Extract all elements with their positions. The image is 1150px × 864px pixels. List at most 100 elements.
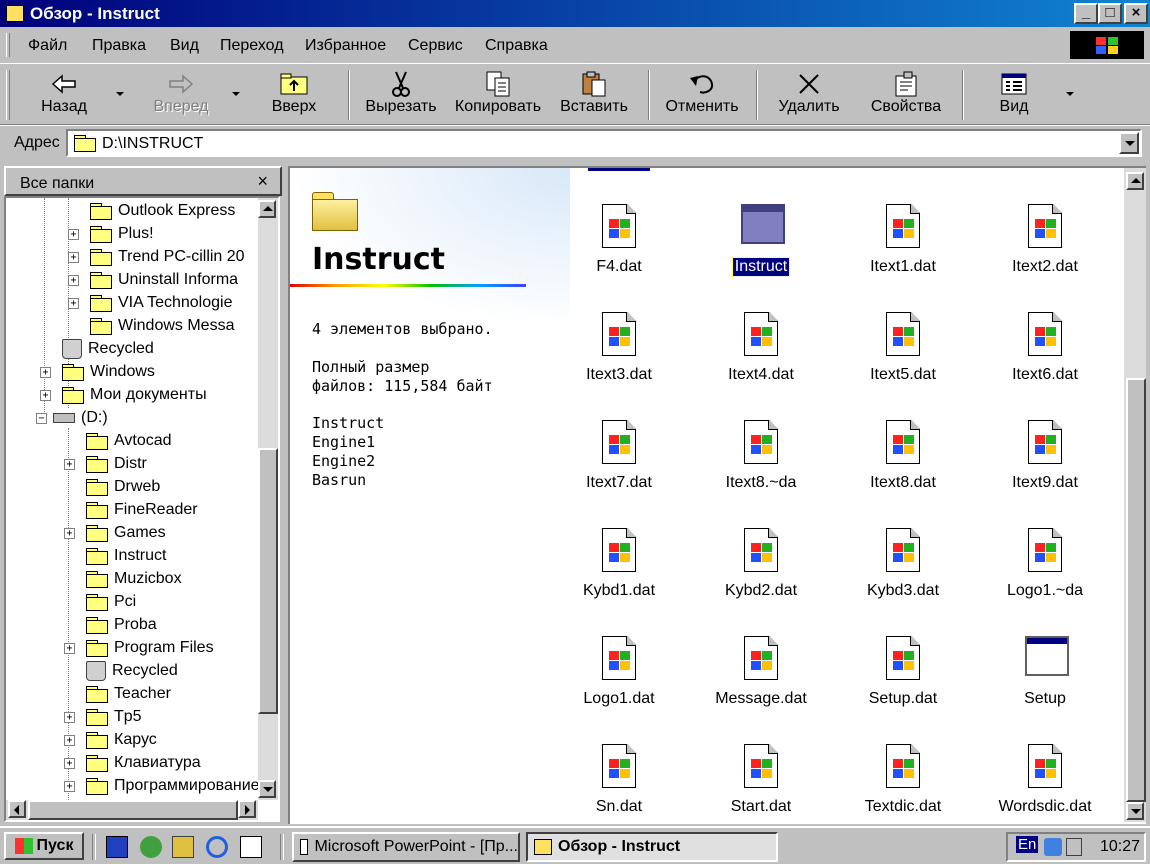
file-item[interactable]: Wordsdic.dat [980,744,1110,816]
menu-view[interactable]: Вид [170,37,199,55]
tree-item[interactable]: + Games [64,522,166,544]
task-explorer[interactable]: Обзор - Instruct [526,832,778,862]
minimize-button[interactable]: _ [1074,3,1098,24]
properties-button[interactable]: Свойства [864,70,948,122]
notepad-icon[interactable] [240,836,262,858]
forward-button[interactable]: Вперед [138,70,224,122]
tree-vertical-scrollbar[interactable] [258,198,278,800]
speaker-icon[interactable] [1066,838,1082,856]
expand-icon[interactable]: + [64,757,75,769]
back-button[interactable]: Назад [22,70,106,122]
undo-button[interactable]: Отменить [660,70,744,122]
address-dropdown-button[interactable] [1119,132,1139,154]
view-button[interactable]: Вид [980,70,1048,122]
menu-tools[interactable]: Сервис [408,37,463,55]
file-item[interactable]: F4.dat [554,204,684,276]
file-item[interactable]: Itext7.dat [554,420,684,492]
outlook-express-icon[interactable] [172,836,194,858]
tree-item[interactable]: + Программирование [64,775,260,797]
tree-item[interactable]: Windows Messa [90,315,234,337]
file-item[interactable]: Setup.dat [838,636,968,708]
expand-icon[interactable]: + [68,251,79,263]
tree-item[interactable]: + Trend PC-cillin 20 [68,246,245,268]
file-item[interactable]: Itext9.dat [980,420,1110,492]
show-desktop-icon[interactable] [106,836,128,858]
tree-item[interactable]: + VIA Technologie [68,292,232,314]
menu-go[interactable]: Переход [220,37,284,55]
expand-icon[interactable]: + [68,297,79,309]
file-item[interactable]: Itext1.dat [838,204,968,276]
collapse-icon[interactable]: − [36,412,47,424]
tree-item[interactable]: + Program Files [64,637,214,659]
copy-button[interactable]: Копировать [450,70,546,122]
file-item[interactable]: Itext8.~da [696,420,826,492]
file-item[interactable]: Itext4.dat [696,312,826,384]
tree-item[interactable]: + Клавиатура [64,752,201,774]
tree-item[interactable]: Proba [86,614,157,636]
maximize-button[interactable]: □ [1098,3,1122,24]
tree-horizontal-scrollbar[interactable] [6,800,258,820]
file-item[interactable]: Message.dat [696,636,826,708]
scroll-down-button[interactable] [258,780,276,798]
expand-icon[interactable]: + [64,527,75,539]
scroll-thumb[interactable] [28,800,238,820]
tree-item-selected[interactable]: Instruct [86,545,166,567]
tree-item[interactable]: Drweb [86,476,160,498]
tree-item[interactable]: Muzicbox [86,568,182,590]
tree-item[interactable]: + Windows [40,361,155,383]
menu-favorites[interactable]: Избранное [305,37,386,55]
expand-icon[interactable]: + [68,274,79,286]
tree-item[interactable]: + Plus! [68,223,154,245]
file-item[interactable]: Itext2.dat [980,204,1110,276]
file-item[interactable]: Logo1.~da [980,528,1110,600]
file-item[interactable]: Itext5.dat [838,312,968,384]
tree-item[interactable]: + Uninstall Informa [68,269,238,291]
content-vertical-scrollbar[interactable] [1124,168,1146,822]
delete-button[interactable]: Удалить [770,70,848,122]
tree-item[interactable]: + Мои документы [40,384,207,406]
tree-item[interactable]: FineReader [86,499,198,521]
menu-help[interactable]: Справка [485,37,548,55]
tree-item[interactable]: + Tp5 [64,706,142,728]
file-item[interactable]: Instruct [696,204,826,277]
tree-item[interactable]: Recycled [86,660,178,682]
scroll-down-button[interactable] [1126,802,1144,820]
tree-item[interactable]: + Карус [64,729,157,751]
expand-icon[interactable]: + [64,780,75,792]
menu-file[interactable]: Файл [28,37,67,55]
scroll-up-button[interactable] [1126,172,1144,190]
expand-icon[interactable]: + [40,389,51,401]
back-dropdown-icon[interactable] [116,92,124,96]
paste-button[interactable]: Вставить [554,70,634,122]
file-item[interactable]: Kybd1.dat [554,528,684,600]
tree-item[interactable]: Avtocad [86,430,172,452]
file-item[interactable]: Textdic.dat [838,744,968,816]
cut-button[interactable]: Вырезать [358,70,444,122]
expand-icon[interactable]: + [64,458,75,470]
file-item[interactable]: Itext6.dat [980,312,1110,384]
file-item[interactable]: Itext3.dat [554,312,684,384]
tree-item[interactable]: Pci [86,591,136,613]
menu-edit[interactable]: Правка [92,37,146,55]
file-item[interactable]: Setup [980,636,1110,708]
scroll-up-button[interactable] [258,200,276,218]
language-indicator[interactable]: En [1016,836,1039,853]
start-button[interactable]: Пуск [4,832,84,860]
scroll-thumb[interactable] [1126,378,1146,802]
file-item[interactable]: Kybd3.dat [838,528,968,600]
file-item[interactable]: Start.dat [696,744,826,816]
network-icon[interactable] [1044,838,1062,856]
expand-icon[interactable]: + [64,734,75,746]
expand-icon[interactable]: + [64,711,75,723]
file-item[interactable]: Logo1.dat [554,636,684,708]
channels-icon[interactable] [140,836,162,858]
file-item[interactable]: Kybd2.dat [696,528,826,600]
expand-icon[interactable]: + [64,642,75,654]
tree-item[interactable]: Outlook Express [90,200,235,222]
close-button[interactable]: × [1124,3,1148,24]
close-pane-icon[interactable]: × [257,171,268,192]
expand-icon[interactable]: + [68,228,79,240]
scroll-right-button[interactable] [238,800,256,818]
internet-explorer-icon[interactable] [206,836,228,858]
task-powerpoint[interactable]: Microsoft PowerPoint - [Пр... [292,832,520,862]
